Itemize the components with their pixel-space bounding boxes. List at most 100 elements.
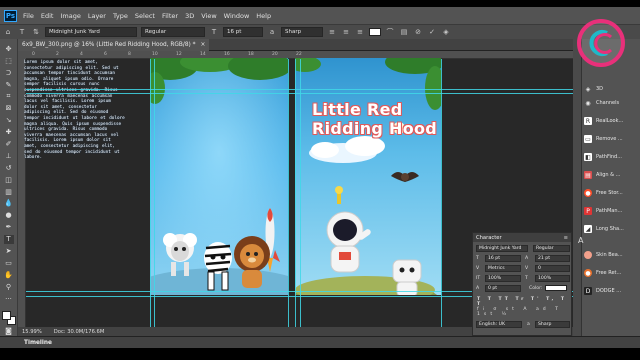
foreground-color-swatch[interactable] (1, 310, 11, 320)
path-select-tool-icon[interactable]: ➤ (4, 247, 14, 256)
close-tab-icon[interactable]: × (201, 42, 206, 48)
panel-skinbeauty-label: Skin Bea... (596, 252, 623, 258)
document-tab[interactable]: 6x9_BW_300.png @ 16% (Little Red Ridding… (18, 39, 210, 51)
cp-tracking[interactable]: 0 (535, 265, 570, 272)
antialias-icon: a (527, 322, 530, 327)
menu-select[interactable]: Select (135, 12, 155, 20)
type-tool-icon[interactable]: T (17, 27, 27, 37)
cp-language[interactable]: English: UK (476, 321, 522, 328)
panel-3d[interactable]: ◈ 3D (584, 82, 638, 96)
guide-vertical[interactable] (295, 59, 296, 327)
menu-view[interactable]: View (201, 12, 216, 20)
cp-leading[interactable]: 21 pt (535, 255, 570, 262)
menu-type[interactable]: Type (113, 12, 128, 20)
character-panel-icon[interactable]: ▤ (399, 27, 409, 37)
color-swatches[interactable] (1, 310, 16, 325)
cp-font-style[interactable]: Regular (533, 245, 570, 252)
menu-filter[interactable]: Filter (162, 12, 178, 20)
3d-icon[interactable]: ◈ (441, 27, 451, 37)
healing-tool-icon[interactable]: ✚ (4, 128, 14, 137)
align-left-icon[interactable]: ≡ (327, 27, 337, 37)
frame-tool-icon[interactable]: ⊠ (4, 104, 14, 113)
lasso-tool-icon[interactable]: ᑐ (4, 69, 14, 78)
menu-file[interactable]: File (23, 12, 34, 20)
guide-vertical[interactable] (441, 59, 442, 327)
move-tool-icon[interactable]: ✥ (4, 45, 14, 54)
eyedropper-tool-icon[interactable]: ↘ (4, 116, 14, 125)
dodge-tool-icon[interactable]: ● (4, 211, 14, 220)
warp-text-icon[interactable]: ⌒ (385, 27, 395, 37)
panel-dodge[interactable]: D DODGE ... (584, 284, 638, 298)
cancel-icon[interactable]: ⊘ (413, 27, 423, 37)
panel-freestock-label: Free Stor... (596, 190, 623, 196)
cp-antialias[interactable]: Sharp (535, 321, 570, 328)
text-orientation-icon[interactable]: ⇅ (31, 27, 41, 37)
book-title[interactable]: Little Red Ridding Hood (312, 100, 442, 138)
text-color-swatch[interactable] (369, 28, 381, 36)
clone-stamp-tool-icon[interactable]: ⊥ (4, 152, 14, 161)
font-size-select[interactable]: 16 pt (223, 27, 263, 37)
cp-font-size[interactable]: 16 pt (485, 255, 521, 262)
character-panel-toggle-icon[interactable]: A (578, 236, 583, 245)
character-panel-header[interactable]: Character ≡ (473, 233, 571, 242)
panel-menu-icon[interactable]: ≡ (564, 235, 568, 241)
guide-horizontal[interactable] (26, 89, 573, 90)
panel-pathman[interactable]: P PathMan... (584, 204, 638, 218)
menu-edit[interactable]: Edit (41, 12, 54, 20)
zoom-level[interactable]: 15.99% (22, 329, 42, 335)
font-family-select[interactable]: Midnight Junk Yard (45, 27, 137, 37)
marquee-tool-icon[interactable]: ⬚ (4, 57, 14, 66)
guide-horizontal[interactable] (26, 93, 573, 94)
cp-baseline[interactable]: 0 pt (485, 285, 521, 292)
font-style-select[interactable]: Regular (141, 27, 205, 37)
document-size[interactable]: Doc: 30.0M/176.6M (54, 329, 105, 335)
align-right-icon[interactable]: ≡ (355, 27, 365, 37)
cp-color-swatch[interactable] (545, 285, 567, 291)
menu-layer[interactable]: Layer (88, 12, 106, 20)
panel-freeretouch[interactable]: ● Free Ret... (584, 266, 638, 280)
history-brush-tool-icon[interactable]: ↺ (4, 164, 14, 173)
brush-tool-icon[interactable]: ✐ (4, 140, 14, 149)
more-tools-icon[interactable]: ··· (4, 295, 14, 304)
zoom-tool-icon[interactable]: ⚲ (4, 283, 14, 292)
cp-kerning[interactable]: Metrics (485, 265, 521, 272)
guide-vertical[interactable] (154, 59, 155, 327)
crop-tool-icon[interactable]: ⌗ (4, 93, 14, 102)
guide-vertical[interactable] (150, 59, 151, 327)
panel-pathfinder[interactable]: ◧ PathFind... (584, 150, 638, 164)
home-icon[interactable]: ⌂ (3, 27, 13, 37)
cp-vertical-scale[interactable]: 100% (485, 275, 521, 282)
guide-vertical[interactable] (288, 59, 289, 327)
panel-skinbeauty[interactable]: Skin Bea... (584, 248, 638, 262)
cp-font-family[interactable]: Midnight Junk Yard (476, 245, 528, 252)
menu-3d[interactable]: 3D (185, 12, 194, 20)
timeline-panel[interactable]: Timeline (0, 336, 640, 348)
pen-tool-icon[interactable]: ✒ (4, 223, 14, 232)
blur-tool-icon[interactable]: 💧 (4, 200, 14, 209)
eraser-tool-icon[interactable]: ◫ (4, 176, 14, 185)
gradient-tool-icon[interactable]: ▥ (4, 188, 14, 197)
quick-mask-icon[interactable]: ◙ (4, 327, 14, 336)
cp-horizontal-scale[interactable]: 100% (535, 275, 570, 282)
align-center-icon[interactable]: ≡ (341, 27, 351, 37)
panel-channels[interactable]: ◉ Channels (584, 96, 638, 110)
text-style-buttons[interactable]: T T TT Tr T' T, T T (477, 297, 571, 307)
menu-window[interactable]: Window (224, 12, 250, 20)
menu-image[interactable]: Image (60, 12, 80, 20)
commit-icon[interactable]: ✓ (427, 27, 437, 37)
panel-remove[interactable]: ▭ Remove ... (584, 132, 638, 146)
antialias-select[interactable]: Sharp (281, 27, 323, 37)
ruler-origin[interactable] (18, 51, 26, 59)
panel-align[interactable]: ▤ Align & ... (584, 168, 638, 182)
type-tool-icon-active[interactable]: T (3, 235, 14, 244)
panel-freestock[interactable]: ● Free Stor... (584, 186, 638, 200)
menu-help[interactable]: Help (256, 12, 271, 20)
panel-longshadow[interactable]: ◢ Long Sha... (584, 222, 638, 236)
guide-vertical[interactable] (300, 59, 301, 327)
opentype-buttons[interactable]: fi σ st A ad T 1st ½ (477, 307, 571, 317)
rectangle-tool-icon[interactable]: ▭ (4, 259, 14, 268)
panel-reallook[interactable]: R RealLook... (584, 114, 638, 128)
back-cover-body-text[interactable]: Lorem ipsum dolor sit amet, consectetur … (24, 60, 126, 161)
quick-select-tool-icon[interactable]: ✎ (4, 81, 14, 90)
hand-tool-icon[interactable]: ✋ (4, 271, 14, 280)
